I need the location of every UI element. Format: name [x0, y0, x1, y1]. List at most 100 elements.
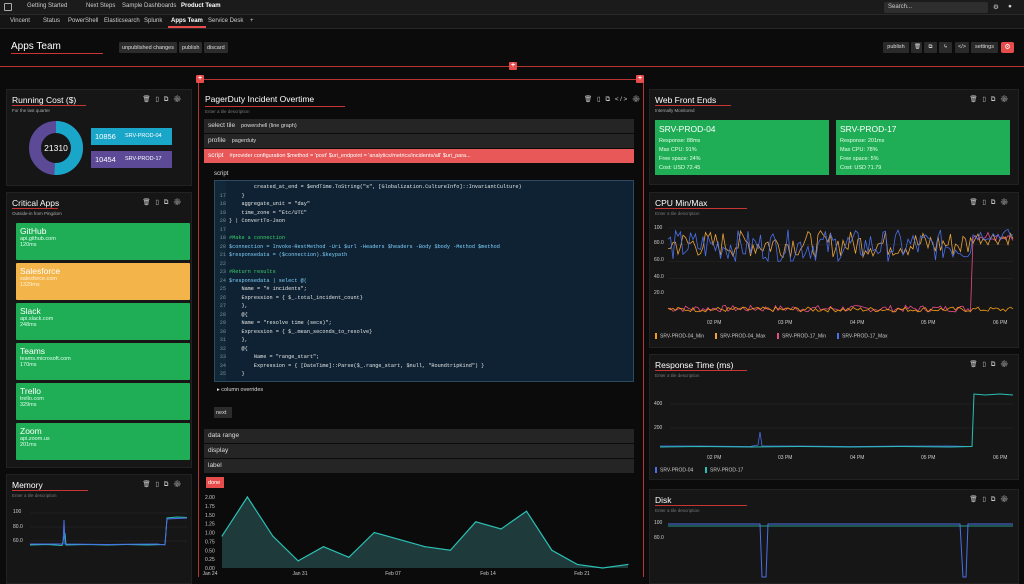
code-line: 33 Name = "range_start";: [215, 354, 633, 362]
server-card-srv-prod-17[interactable]: SRV-PROD-17 Response: 201ms Max CPU: 78%…: [836, 120, 1010, 175]
incident-data-point[interactable]: [627, 563, 629, 566]
app-card-salesforce[interactable]: Salesforce salesforce.com 1329ms: [16, 263, 190, 300]
code-line: 25 Name = "# incidents";: [215, 286, 633, 294]
nav-getting-started[interactable]: Getting Started: [27, 3, 67, 9]
settings-button[interactable]: settings: [971, 42, 998, 53]
app-card-github[interactable]: GitHub api.github.com 120ms: [16, 223, 190, 260]
publish-button[interactable]: publish: [179, 42, 203, 53]
editor-top-border: [198, 79, 644, 80]
server-cost: Cost: USD 71.79: [840, 165, 882, 171]
line-number: 29: [219, 320, 226, 326]
select-tile-row[interactable]: select tile powershell (line graph): [204, 119, 634, 133]
nav-next-steps[interactable]: Next Steps: [86, 3, 115, 9]
incident-data-point[interactable]: [525, 510, 528, 512]
nav-sample-dashboards[interactable]: Sample Dashboards: [122, 3, 176, 9]
incident-data-point[interactable]: [576, 563, 578, 566]
search-input[interactable]: Search...: [884, 2, 988, 13]
app-card-teams[interactable]: Teams teams.microsoft.com 170ms: [16, 343, 190, 380]
user-icon[interactable]: ●: [1008, 3, 1012, 10]
add-right-plus-icon[interactable]: +: [636, 75, 644, 83]
tab-vincent[interactable]: Vincent: [10, 18, 30, 24]
tile-subtitle: Enter a tile description: [655, 508, 700, 513]
tile-toolbar-icons[interactable]: 🗑 ▯ ⧉ ⚙: [969, 360, 1010, 369]
tile-title-underline: [655, 370, 747, 371]
tab-elasticsearch[interactable]: Elasticsearch: [104, 18, 140, 24]
tile-toolbar-icons[interactable]: 🗑 ▯ ⧉ ⚙: [142, 95, 183, 104]
column-overrides-toggle[interactable]: ▸ column overrides: [217, 387, 263, 393]
incident-data-point[interactable]: [500, 528, 502, 530]
logo-icon[interactable]: [4, 3, 12, 11]
incident-data-point[interactable]: [373, 531, 375, 534]
app-name: Zoom: [20, 426, 42, 436]
profile-row[interactable]: profile pagerduty: [204, 134, 634, 148]
code-icon[interactable]: </>: [955, 42, 969, 53]
pagerduty-title: PagerDuty Incident Overtime: [205, 94, 315, 104]
app-card-slack[interactable]: Slack api.slack.com 248ms: [16, 303, 190, 340]
incident-data-point[interactable]: [297, 560, 299, 562]
server-card-srv-prod-04[interactable]: SRV-PROD-04 Response: 88ms Max CPU: 91% …: [655, 120, 829, 175]
code-line: created_at_end = $endTime.ToString("s", …: [215, 184, 633, 192]
tile-toolbar-icons[interactable]: 🗑 ▯ ⧉ ⚙: [969, 495, 1010, 504]
tab-powershell[interactable]: PowerShell: [68, 18, 98, 24]
trash-icon[interactable]: 🗑: [911, 42, 922, 53]
tab-splunk[interactable]: Splunk: [144, 18, 162, 24]
incident-data-point[interactable]: [348, 556, 350, 558]
nav-product-team[interactable]: Product Team: [181, 3, 221, 9]
dashboard-tabs: Vincent Status PowerShell Elasticsearch …: [0, 15, 1024, 29]
incident-data-point[interactable]: [424, 546, 426, 548]
app-response-time: 248ms: [20, 322, 37, 328]
discard-button[interactable]: discard: [204, 42, 228, 53]
server-response: Response: 201ms: [840, 138, 885, 144]
app-card-zoom[interactable]: Zoom api.zoom.us 201ms: [16, 423, 190, 460]
script-value: #provider configuration $method = 'post'…: [229, 153, 471, 159]
display-row[interactable]: display: [204, 444, 634, 458]
code-text: time_zone = "Etc/UTC": [229, 209, 307, 216]
tab-status[interactable]: Status: [43, 18, 60, 24]
incident-data-point[interactable]: [399, 539, 401, 541]
app-response-time: 1329ms: [20, 282, 40, 288]
cpu-legend-item[interactable]: SRV-PROD-04_Max: [715, 333, 765, 339]
copy-icon[interactable]: ⧉: [924, 42, 937, 53]
bolt-icon[interactable]: ϟ: [939, 42, 952, 53]
incident-data-point[interactable]: [551, 549, 553, 551]
gear-icon[interactable]: ⚙: [993, 3, 999, 11]
incident-data-point[interactable]: [602, 567, 604, 569]
incident-data-point[interactable]: [449, 549, 451, 551]
cpu-legend-item[interactable]: SRV-PROD-17_Min: [777, 333, 826, 339]
done-button[interactable]: done: [206, 477, 224, 488]
data-range-row[interactable]: data range: [204, 429, 634, 443]
code-text: created_at_end = $endTime.ToString("s", …: [229, 184, 522, 190]
add-row-plus-icon[interactable]: +: [509, 62, 517, 70]
response-legend-item[interactable]: SRV-PROD-04: [655, 467, 693, 473]
line-number: 27: [219, 303, 226, 309]
label-row[interactable]: label: [204, 459, 634, 473]
tile-toolbar-icons[interactable]: 🗑 ▯ ⧉ ⚙: [969, 198, 1010, 207]
add-tab-button[interactable]: +: [250, 18, 254, 24]
incident-data-point[interactable]: [246, 496, 248, 498]
app-card-trello[interactable]: Trello trello.com 329ms: [16, 383, 190, 420]
incident-data-point[interactable]: [272, 535, 274, 537]
add-left-plus-icon[interactable]: +: [196, 75, 204, 83]
next-button[interactable]: next: [214, 407, 232, 418]
cpu-legend-item[interactable]: SRV-PROD-17_Max: [837, 333, 887, 339]
config-gear-icon[interactable]: ⚙: [1001, 42, 1014, 53]
incident-data-point[interactable]: [322, 546, 325, 548]
tile-title-underline: [12, 208, 58, 209]
tile-toolbar-icons[interactable]: 🗑 ▯ ⧉ ⚙: [142, 198, 183, 207]
response-xtick: 05 PM: [921, 455, 936, 461]
incident-data-point[interactable]: [221, 535, 223, 537]
legend-label: SRV-PROD-04: [660, 467, 694, 474]
incident-data-point[interactable]: [475, 521, 477, 523]
tab-service-desk[interactable]: Service Desk: [208, 18, 243, 24]
code-line: 28 @{: [215, 312, 633, 320]
tile-title-underline: [205, 106, 345, 107]
code-text: $connection = Invoke-RestMethod -Uri $ur…: [229, 243, 500, 250]
response-legend-item[interactable]: SRV-PROD-17: [705, 467, 743, 473]
tile-toolbar-icons[interactable]: 🗑 ▯ ⧉ </> ⚙: [584, 95, 642, 104]
tab-apps-team[interactable]: Apps Team: [168, 18, 206, 28]
cpu-legend-item[interactable]: SRV-PROD-04_Min: [655, 333, 704, 339]
publish-right-button[interactable]: publish: [883, 42, 909, 53]
script-code-editor[interactable]: created_at_end = $endTime.ToString("s", …: [214, 180, 634, 382]
tile-toolbar-icons[interactable]: 🗑 ▯ ⧉ ⚙: [969, 95, 1010, 104]
script-row[interactable]: script #provider configuration $method = …: [204, 149, 634, 163]
